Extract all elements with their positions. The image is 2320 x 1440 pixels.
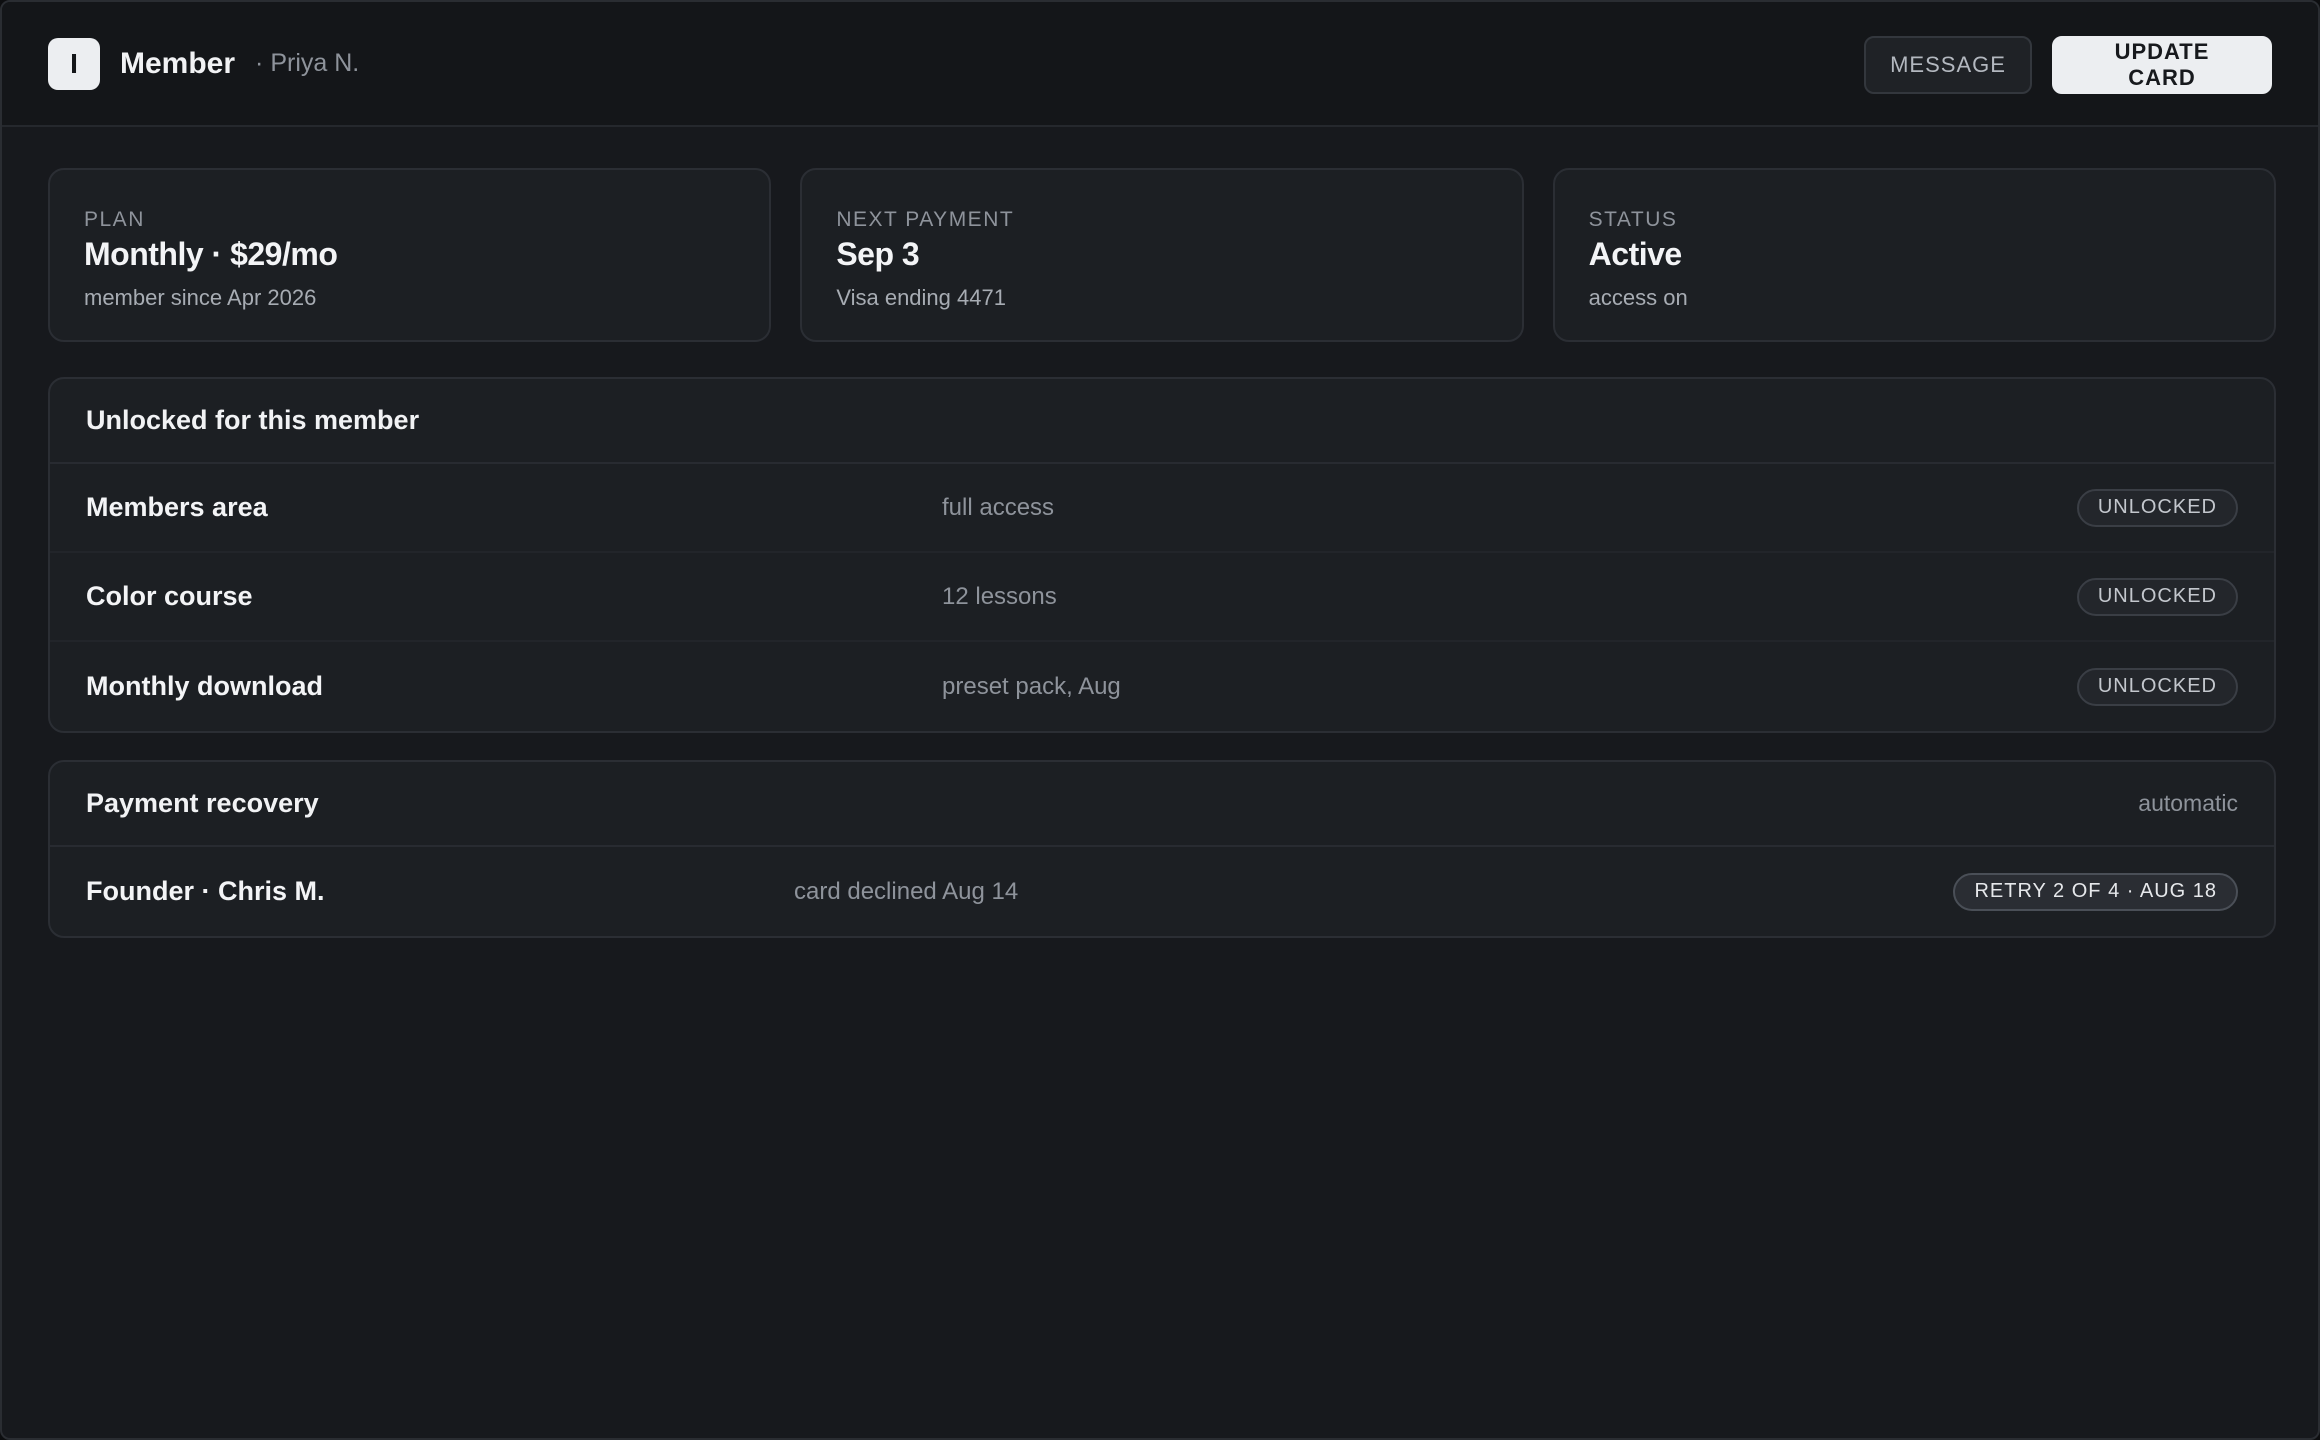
header-actions: MESSAGE UPDATE CARD [1864, 36, 2272, 94]
unlocked-panel-header: Unlocked for this member [50, 379, 2274, 464]
item-name: Members area [86, 492, 268, 522]
unlocked-panel-title: Unlocked for this member [86, 405, 420, 435]
member-window: I Member · Priya N. MESSAGE UPDATE CARD … [0, 0, 2320, 1440]
next-payment-value: Sep 3 [836, 236, 920, 272]
plan-sub: member since Apr 2026 [84, 285, 317, 310]
stat-cards: PLAN Monthly · $29/mo member since Apr 2… [48, 168, 2276, 342]
message-button[interactable]: MESSAGE [1864, 36, 2032, 94]
item-detail: preset pack, Aug [942, 672, 1121, 700]
next-payment-label: NEXT PAYMENT [836, 208, 1015, 231]
next-payment-card: NEXT PAYMENT Sep 3 Visa ending 4471 [800, 168, 1524, 342]
list-item[interactable]: Monthly download preset pack, Aug UNLOCK… [50, 642, 2274, 731]
plan-card: PLAN Monthly · $29/mo member since Apr 2… [48, 168, 772, 342]
status-badge: UNLOCKED [2076, 577, 2238, 616]
item-detail: 12 lessons [942, 582, 1057, 610]
item-detail: card declined Aug 14 [794, 877, 1019, 905]
payment-recovery-title: Payment recovery [86, 788, 319, 818]
status-card: STATUS Active access on [1552, 168, 2276, 342]
status-badge: UNLOCKED [2076, 667, 2238, 706]
page-title: Member [120, 46, 236, 80]
retry-badge: RETRY 2 OF 4 · AUG 18 [1953, 872, 2238, 911]
item-name: Color course [86, 581, 253, 611]
status-label: STATUS [1588, 208, 1678, 231]
item-name: Monthly download [86, 671, 323, 701]
list-item[interactable]: Members area full access UNLOCKED [50, 464, 2274, 553]
update-card-button[interactable]: UPDATE CARD [2052, 36, 2272, 94]
next-payment-sub: Visa ending 4471 [836, 285, 1006, 310]
item-name: Founder · Chris M. [86, 876, 325, 906]
status-sub: access on [1588, 285, 1688, 310]
list-item[interactable]: Founder · Chris M. card declined Aug 14 … [50, 847, 2274, 936]
app-logo: I [48, 37, 100, 90]
payment-recovery-panel: Payment recovery automatic Founder · Chr… [48, 760, 2276, 938]
unlocked-panel: Unlocked for this member Members area fu… [48, 377, 2276, 733]
list-item[interactable]: Color course 12 lessons UNLOCKED [50, 553, 2274, 642]
status-badge: UNLOCKED [2076, 488, 2238, 527]
status-value: Active [1588, 236, 1683, 272]
plan-value: Monthly · $29/mo [84, 236, 338, 272]
header-bar: I Member · Priya N. MESSAGE UPDATE CARD [2, 2, 2318, 127]
payment-recovery-header: Payment recovery automatic [50, 762, 2274, 847]
plan-label: PLAN [84, 208, 145, 231]
recovery-mode: automatic [2138, 790, 2238, 816]
item-detail: full access [942, 493, 1055, 521]
member-name: · Priya N. [255, 49, 360, 77]
